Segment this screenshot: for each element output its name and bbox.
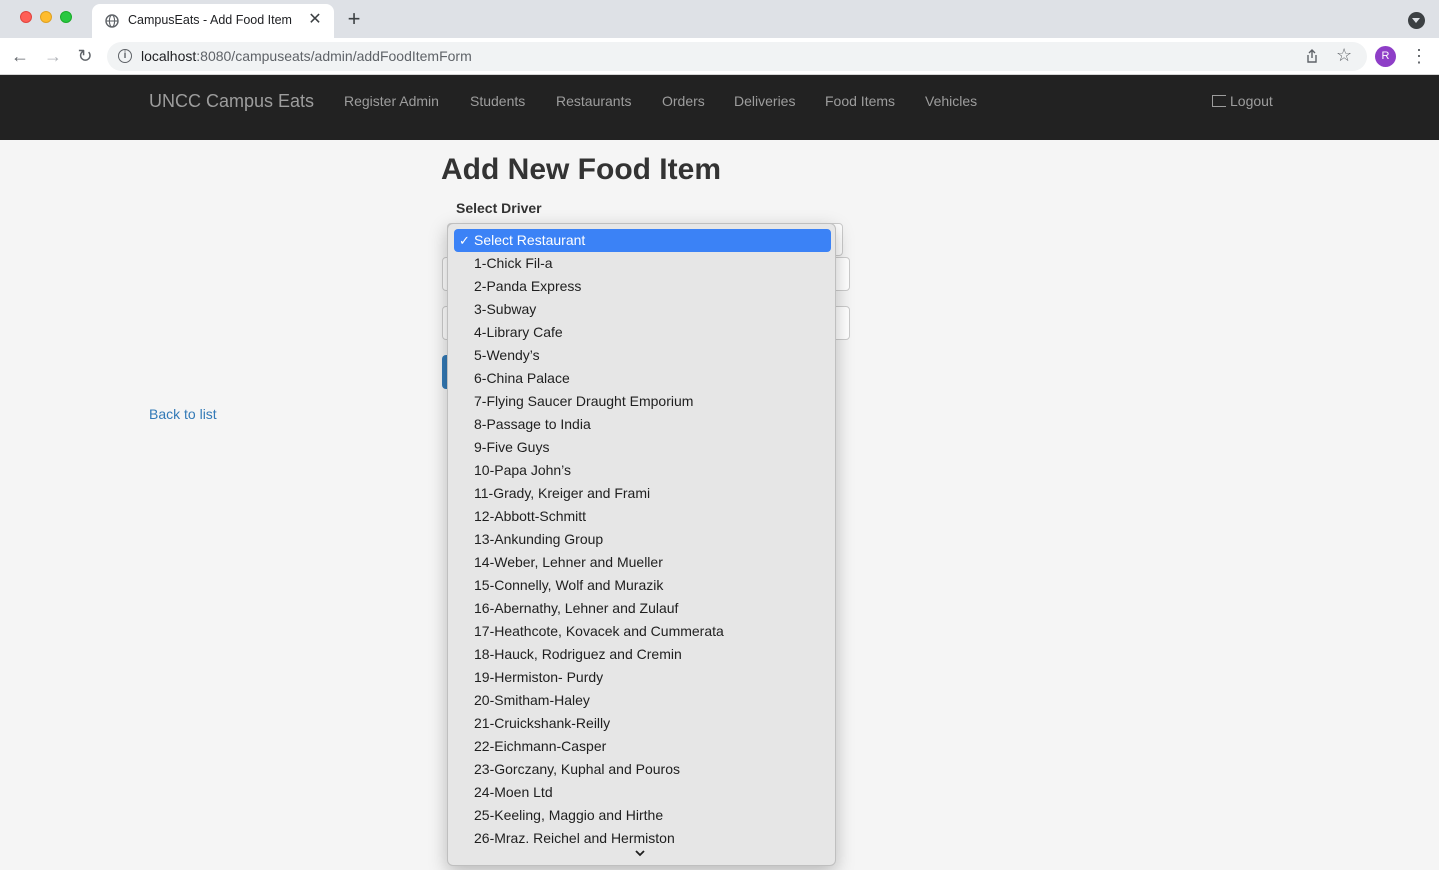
dropdown-option[interactable]: 10-Papa John’s: [454, 459, 831, 482]
window-close-button[interactable]: [20, 11, 32, 23]
dropdown-option[interactable]: 1-Chick Fil-a: [454, 252, 831, 275]
dropdown-option[interactable]: 8-Passage to India: [454, 413, 831, 436]
window-zoom-button[interactable]: [60, 11, 72, 23]
logout-link[interactable]: Logout: [1212, 93, 1273, 109]
nav-deliveries[interactable]: Deliveries: [734, 93, 795, 109]
share-icon[interactable]: [1304, 48, 1320, 64]
browser-toolbar: ← → ↻ i localhost:8080/campuseats/admin/…: [0, 38, 1439, 75]
dropdown-option[interactable]: 25-Keeling, Maggio and Hirthe: [454, 804, 831, 827]
dropdown-option[interactable]: 16-Abernathy, Lehner and Zulauf: [454, 597, 831, 620]
back-arrow-icon[interactable]: ←: [8, 44, 32, 68]
window-minimize-button[interactable]: [40, 11, 52, 23]
tab-search-icon[interactable]: [1408, 12, 1425, 29]
dropdown-option[interactable]: 5-Wendy’s: [454, 344, 831, 367]
dropdown-option-selected[interactable]: ✓ Select Restaurant: [454, 229, 831, 252]
dropdown-option[interactable]: 9-Five Guys: [454, 436, 831, 459]
browser-tabstrip: CampusEats - Add Food Item ✕ +: [0, 0, 1439, 38]
tab-title: CampusEats - Add Food Item: [128, 13, 292, 27]
dropdown-option[interactable]: 4-Library Cafe: [454, 321, 831, 344]
nav-vehicles[interactable]: Vehicles: [925, 93, 977, 109]
close-icon[interactable]: ✕: [306, 11, 324, 29]
select-driver-label: Select Driver: [456, 200, 542, 216]
restaurant-dropdown-menu[interactable]: ✓ Select Restaurant 1-Chick Fil-a 2-Panda…: [447, 223, 836, 866]
info-icon[interactable]: i: [118, 49, 132, 63]
dropdown-option[interactable]: 12-Abbott-Schmitt: [454, 505, 831, 528]
url-host: localhost: [141, 48, 197, 64]
dropdown-option[interactable]: 22-Eichmann-Casper: [454, 735, 831, 758]
checkmark-icon: ✓: [459, 233, 470, 248]
site-navbar: UNCC Campus Eats Register Admin Students…: [0, 75, 1439, 140]
more-menu-icon[interactable]: ⋮: [1410, 45, 1428, 67]
reload-icon[interactable]: ↻: [73, 44, 97, 68]
profile-avatar[interactable]: R: [1375, 46, 1396, 67]
globe-icon: [105, 14, 119, 28]
page-title: Add New Food Item: [441, 153, 721, 186]
logout-icon: [1212, 95, 1226, 107]
dropdown-option[interactable]: 11-Grady, Kreiger and Frami: [454, 482, 831, 505]
dropdown-option[interactable]: 13-Ankunding Group: [454, 528, 831, 551]
new-tab-button[interactable]: +: [343, 8, 365, 31]
navbar-brand[interactable]: UNCC Campus Eats: [149, 91, 314, 112]
dropdown-option[interactable]: 3-Subway: [454, 298, 831, 321]
logout-label: Logout: [1230, 93, 1273, 109]
dropdown-option[interactable]: 23-Gorczany, Kuphal and Pouros: [454, 758, 831, 781]
nav-restaurants[interactable]: Restaurants: [556, 93, 631, 109]
nav-orders[interactable]: Orders: [662, 93, 705, 109]
chevron-down-icon[interactable]: [633, 846, 647, 860]
nav-register-admin[interactable]: Register Admin: [344, 93, 439, 109]
dropdown-option[interactable]: 24-Moen Ltd: [454, 781, 831, 804]
address-bar[interactable]: i localhost:8080/campuseats/admin/addFoo…: [107, 42, 1367, 71]
dropdown-option[interactable]: 17-Heathcote, Kovacek and Cummerata: [454, 620, 831, 643]
dropdown-option[interactable]: 2-Panda Express: [454, 275, 831, 298]
dropdown-option[interactable]: 14-Weber, Lehner and Mueller: [454, 551, 831, 574]
dropdown-option[interactable]: 18-Hauck, Rodriguez and Cremin: [454, 643, 831, 666]
dropdown-option[interactable]: 7-Flying Saucer Draught Emporium: [454, 390, 831, 413]
bookmark-star-icon[interactable]: ☆: [1336, 45, 1352, 66]
browser-tab[interactable]: CampusEats - Add Food Item ✕: [92, 4, 334, 38]
option-label: Select Restaurant: [474, 232, 586, 248]
dropdown-option[interactable]: 21-Cruickshank-Reilly: [454, 712, 831, 735]
nav-food-items[interactable]: Food Items: [825, 93, 895, 109]
nav-students[interactable]: Students: [470, 93, 525, 109]
dropdown-option[interactable]: 6-China Palace: [454, 367, 831, 390]
dropdown-option[interactable]: 15-Connelly, Wolf and Murazik: [454, 574, 831, 597]
dropdown-option[interactable]: 19-Hermiston- Purdy: [454, 666, 831, 689]
dropdown-option[interactable]: 20-Smitham-Haley: [454, 689, 831, 712]
url-text[interactable]: localhost:8080/campuseats/admin/addFoodI…: [141, 48, 472, 64]
url-path: :8080/campuseats/admin/addFoodItemForm: [196, 48, 472, 64]
forward-arrow-icon[interactable]: →: [41, 44, 65, 68]
back-to-list-link[interactable]: Back to list: [149, 406, 217, 422]
